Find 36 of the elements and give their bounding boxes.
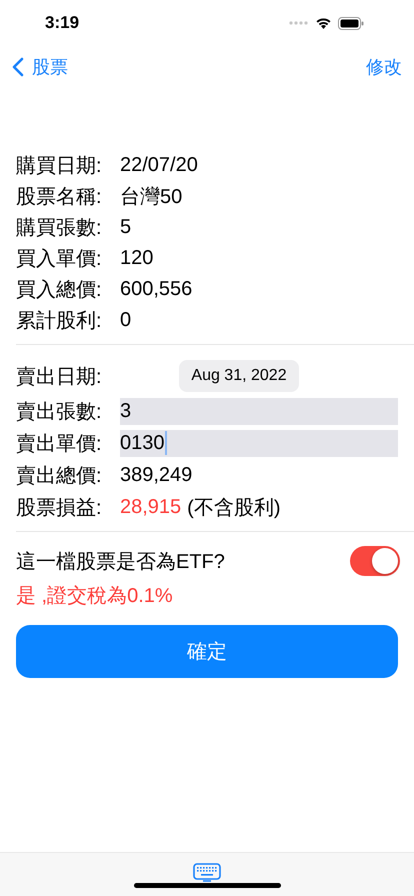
etf-toggle[interactable]	[350, 546, 400, 576]
input-field[interactable]: 3	[120, 398, 398, 424]
keyboard-icon	[193, 863, 221, 883]
field-label: 賣出日期:	[16, 364, 103, 390]
field-value: 22/07/20	[120, 154, 198, 177]
tax-note: 是 ,證交稅為0.1%	[15, 584, 174, 609]
field-value: 台灣50	[120, 185, 182, 210]
battery-icon	[338, 16, 364, 30]
chevron-left-icon	[12, 57, 24, 77]
field-value: 5	[120, 216, 132, 239]
wifi-icon	[315, 17, 332, 29]
field-label: 買入總價:	[16, 278, 103, 303]
confirm-button[interactable]: 確定	[16, 625, 398, 678]
field-label: 股票損益:	[16, 496, 103, 520]
field-label: 賣出單價:	[16, 432, 103, 456]
field-value: 0	[120, 309, 132, 332]
back-button[interactable]: 股票	[12, 55, 68, 79]
edit-button[interactable]: 修改	[366, 55, 402, 79]
field-label: 股票名稱:	[16, 185, 103, 210]
field-label: 購買張數:	[16, 216, 103, 241]
etf-question: 這一檔股票是否為ETF?	[16, 550, 225, 574]
field-label: 賣出總價:	[16, 464, 103, 488]
field-label: 購買日期:	[16, 154, 103, 179]
signal-icon	[289, 20, 309, 26]
keyboard-button[interactable]	[193, 863, 221, 883]
profit-note: (不含股利)	[187, 496, 280, 520]
date-picker[interactable]: Aug 31, 2022	[179, 360, 299, 392]
profit-value: 28,915	[120, 496, 182, 518]
status-time: 3:19	[45, 13, 80, 33]
field-value: 600,556	[120, 278, 192, 301]
field-value: 120	[120, 247, 154, 270]
field-label: 累計股利:	[16, 309, 103, 334]
field-label: 賣出張數:	[16, 400, 103, 424]
field-value: 389,249	[120, 464, 192, 486]
input-field[interactable]: 0130	[120, 430, 398, 456]
field-label: 買入單價:	[16, 247, 103, 272]
